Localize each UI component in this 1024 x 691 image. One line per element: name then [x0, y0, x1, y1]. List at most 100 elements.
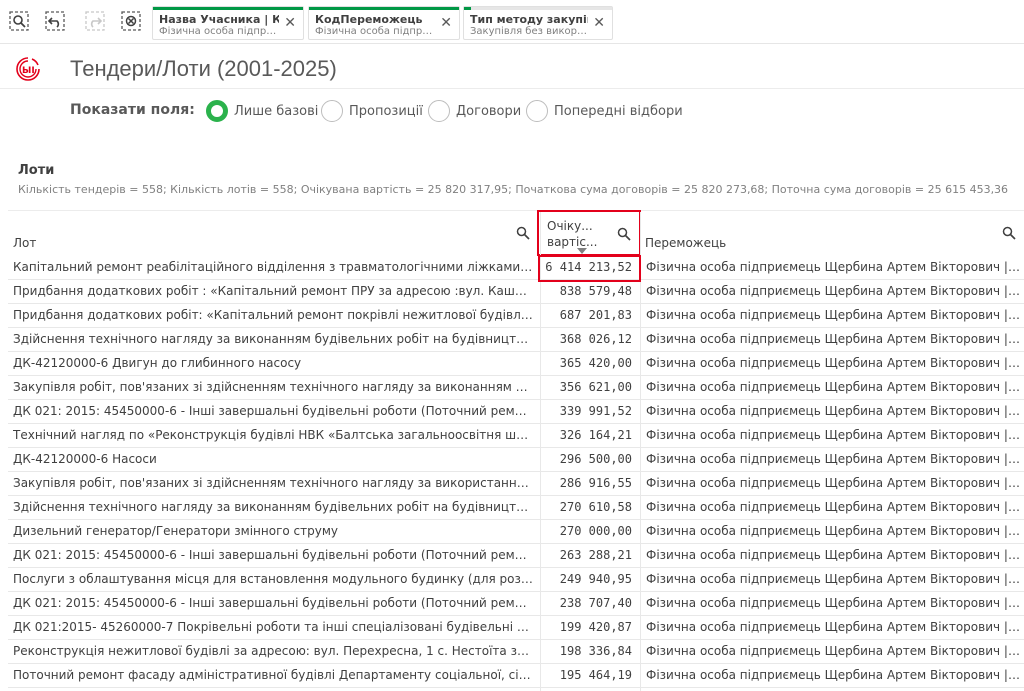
cell-lot[interactable]: ДК-42120000-6 Насоси	[13, 452, 533, 466]
table-row[interactable]: Здійснення технічного нагляду за виконан…	[8, 496, 1024, 520]
cell-lot[interactable]: Капітальний ремонт реабілітаційного відд…	[13, 260, 533, 274]
clear-selections-icon[interactable]	[120, 10, 142, 32]
cell-winner[interactable]: Фізична особа підприємець Щербина Артем …	[646, 404, 1020, 418]
cell-expected-value[interactable]: 326 164,21	[540, 428, 632, 442]
column-header-lot[interactable]: Лот	[8, 212, 540, 256]
cell-winner[interactable]: Фізична особа підприємець Щербина Артем …	[646, 476, 1020, 490]
close-icon[interactable]: ✕	[440, 16, 452, 30]
cell-winner[interactable]: Фізична особа підприємець Щербина Артем …	[646, 332, 1020, 346]
table-row[interactable]: Придбання додаткових робіт: «Капітальний…	[8, 304, 1024, 328]
cell-lot[interactable]: Здійснення технічного нагляду за виконан…	[13, 332, 533, 346]
cell-expected-value[interactable]: 249 940,95	[540, 572, 632, 586]
search-icon[interactable]	[1002, 226, 1016, 240]
search-icon[interactable]	[617, 227, 631, 241]
radio-dot[interactable]	[206, 100, 228, 122]
table-row[interactable]: ДК 021: 2015: 45450000-6 - Інші завершал…	[8, 544, 1024, 568]
table-row[interactable]: Закупівля робіт, пов'язаних зі здійсненн…	[8, 472, 1024, 496]
cell-expected-value[interactable]: 838 579,48	[540, 284, 632, 298]
cell-expected-value[interactable]: 195 464,19	[540, 668, 632, 682]
lots-table-body: Капітальний ремонт реабілітаційного відд…	[8, 256, 1024, 688]
selection-chip-participant[interactable]: Назва Учасника | Ко... Фізична особа під…	[152, 6, 304, 40]
sort-descending-icon[interactable]	[577, 248, 587, 254]
radio-basic-only[interactable]: Лише базові	[206, 99, 318, 123]
radio-contracts[interactable]: Договори	[428, 99, 521, 123]
cell-expected-value[interactable]: 199 420,87	[540, 620, 632, 634]
selection-chip-winner-code[interactable]: КодПереможець Фізична особа підприє... ✕	[308, 6, 460, 40]
close-icon[interactable]: ✕	[593, 16, 605, 30]
radio-prequalifications[interactable]: Попередні відбори	[526, 99, 683, 123]
cell-winner[interactable]: Фізична особа підприємець Щербина Артем …	[646, 596, 1020, 610]
cell-lot[interactable]: Технічний нагляд по «Реконструкція будів…	[13, 428, 533, 442]
table-row[interactable]: Технічний нагляд по «Реконструкція будів…	[8, 424, 1024, 448]
table-row[interactable]: Закупівля робіт, пов'язаних зі здійсненн…	[8, 376, 1024, 400]
cell-winner[interactable]: Фізична особа підприємець Щербина Артем …	[646, 668, 1020, 682]
cell-lot[interactable]: ДК 021: 2015: 45450000-6 - Інші завершал…	[13, 596, 533, 610]
cell-expected-value[interactable]: 687 201,83	[540, 308, 632, 322]
table-row[interactable]: Капітальний ремонт реабілітаційного відд…	[8, 256, 1024, 280]
search-icon[interactable]	[516, 226, 530, 240]
selection-chip-procurement-method[interactable]: Тип методу закупівлі Закупівля без викор…	[463, 6, 613, 40]
column-header-label: вартіс...	[547, 235, 598, 249]
cell-winner[interactable]: Фізична особа підприємець Щербина Артем …	[646, 524, 1020, 538]
cell-expected-value[interactable]: 339 991,52	[540, 404, 632, 418]
cell-lot[interactable]: ДК 021:2015- 45260000-7 Покрівельні робо…	[13, 620, 533, 634]
cell-winner[interactable]: Фізична особа підприємець Щербина Артем …	[646, 428, 1020, 442]
cell-lot[interactable]: Придбання додаткових робіт: «Капітальний…	[13, 308, 533, 322]
cell-expected-value[interactable]: 238 707,40	[540, 596, 632, 610]
cell-winner[interactable]: Фізична особа підприємець Щербина Артем …	[646, 572, 1020, 586]
smart-search-icon[interactable]	[8, 10, 30, 32]
cell-winner[interactable]: Фізична особа підприємець Щербина Артем …	[646, 284, 1020, 298]
cell-winner[interactable]: Фізична особа підприємець Щербина Артем …	[646, 356, 1020, 370]
cell-expected-value[interactable]: 296 500,00	[540, 452, 632, 466]
cell-lot[interactable]: Здійснення технічного нагляду за виконан…	[13, 500, 533, 514]
cell-lot[interactable]: Закупівля робіт, пов'язаних зі здійсненн…	[13, 380, 533, 394]
cell-lot[interactable]: Дизельний генератор/Генератори змінного …	[13, 524, 533, 538]
cell-expected-value[interactable]: 270 610,58	[540, 500, 632, 514]
radio-proposals[interactable]: Пропозиції	[321, 99, 423, 123]
cell-lot[interactable]: ДК 021: 2015: 45450000-6 - Інші завершал…	[13, 404, 533, 418]
cell-winner[interactable]: Фізична особа підприємець Щербина Артем …	[646, 260, 1020, 274]
cell-expected-value[interactable]: 356 621,00	[540, 380, 632, 394]
cell-lot[interactable]: Реконструкція нежитлової будівлі за адре…	[13, 644, 533, 658]
cell-lot[interactable]: Закупівля робіт, пов'язаних зі здійсненн…	[13, 476, 533, 490]
table-row[interactable]: Послуги з облаштування місця для встанов…	[8, 568, 1024, 592]
cell-expected-value[interactable]: 286 916,55	[540, 476, 632, 490]
table-title: Лоти	[18, 163, 55, 178]
step-forward-icon[interactable]	[84, 10, 106, 32]
table-row[interactable]: Поточний ремонт фасаду адміністративної …	[8, 664, 1024, 688]
cell-lot[interactable]: ДК 021: 2015: 45450000-6 - Інші завершал…	[13, 548, 533, 562]
table-row[interactable]: ДК 021:2015- 45260000-7 Покрівельні робо…	[8, 616, 1024, 640]
step-back-icon[interactable]	[44, 10, 66, 32]
cell-lot[interactable]: ДК-42120000-6 Двигун до глибинного насос…	[13, 356, 533, 370]
radio-dot[interactable]	[321, 100, 343, 122]
table-row[interactable]: Реконструкція нежитлової будівлі за адре…	[8, 640, 1024, 664]
table-row[interactable]: Здійснення технічного нагляду за виконан…	[8, 328, 1024, 352]
cell-winner[interactable]: Фізична особа підприємець Щербина Артем …	[646, 308, 1020, 322]
cell-winner[interactable]: Фізична особа підприємець Щербина Артем …	[646, 452, 1020, 466]
table-row[interactable]: ДК-42120000-6 Двигун до глибинного насос…	[8, 352, 1024, 376]
cell-lot[interactable]: Послуги з облаштування місця для встанов…	[13, 572, 533, 586]
table-row[interactable]: Дизельний генератор/Генератори змінного …	[8, 520, 1024, 544]
close-icon[interactable]: ✕	[284, 16, 296, 30]
cell-expected-value[interactable]: 198 336,84	[540, 644, 632, 658]
table-row[interactable]: ДК 021: 2015: 45450000-6 - Інші завершал…	[8, 400, 1024, 424]
radio-dot[interactable]	[526, 100, 548, 122]
cell-winner[interactable]: Фізична особа підприємець Щербина Артем …	[646, 500, 1020, 514]
cell-expected-value[interactable]: 365 420,00	[540, 356, 632, 370]
table-row[interactable]: ДК 021: 2015: 45450000-6 - Інші завершал…	[8, 592, 1024, 616]
table-row[interactable]: Придбання додаткових робіт : «Капітальни…	[8, 280, 1024, 304]
radio-dot[interactable]	[428, 100, 450, 122]
column-header-winner[interactable]: Переможець	[640, 212, 1024, 256]
column-header-expected-value[interactable]: Очіку... вартіс...	[537, 210, 641, 256]
cell-lot[interactable]: Поточний ремонт фасаду адміністративної …	[13, 668, 533, 682]
cell-winner[interactable]: Фізична особа підприємець Щербина Артем …	[646, 380, 1020, 394]
cell-expected-value[interactable]: 263 288,21	[540, 548, 632, 562]
cell-expected-value[interactable]: 6 414 213,52	[540, 260, 632, 274]
cell-lot[interactable]: Придбання додаткових робіт : «Капітальни…	[13, 284, 533, 298]
cell-expected-value[interactable]: 368 026,12	[540, 332, 632, 346]
cell-winner[interactable]: Фізична особа підприємець Щербина Артем …	[646, 620, 1020, 634]
cell-expected-value[interactable]: 270 000,00	[540, 524, 632, 538]
cell-winner[interactable]: Фізична особа підприємець Щербина Артем …	[646, 548, 1020, 562]
table-row[interactable]: ДК-42120000-6 Насоси 296 500,00 Фізична ос…	[8, 448, 1024, 472]
cell-winner[interactable]: Фізична особа підприємець Щербина Артем …	[646, 644, 1020, 658]
